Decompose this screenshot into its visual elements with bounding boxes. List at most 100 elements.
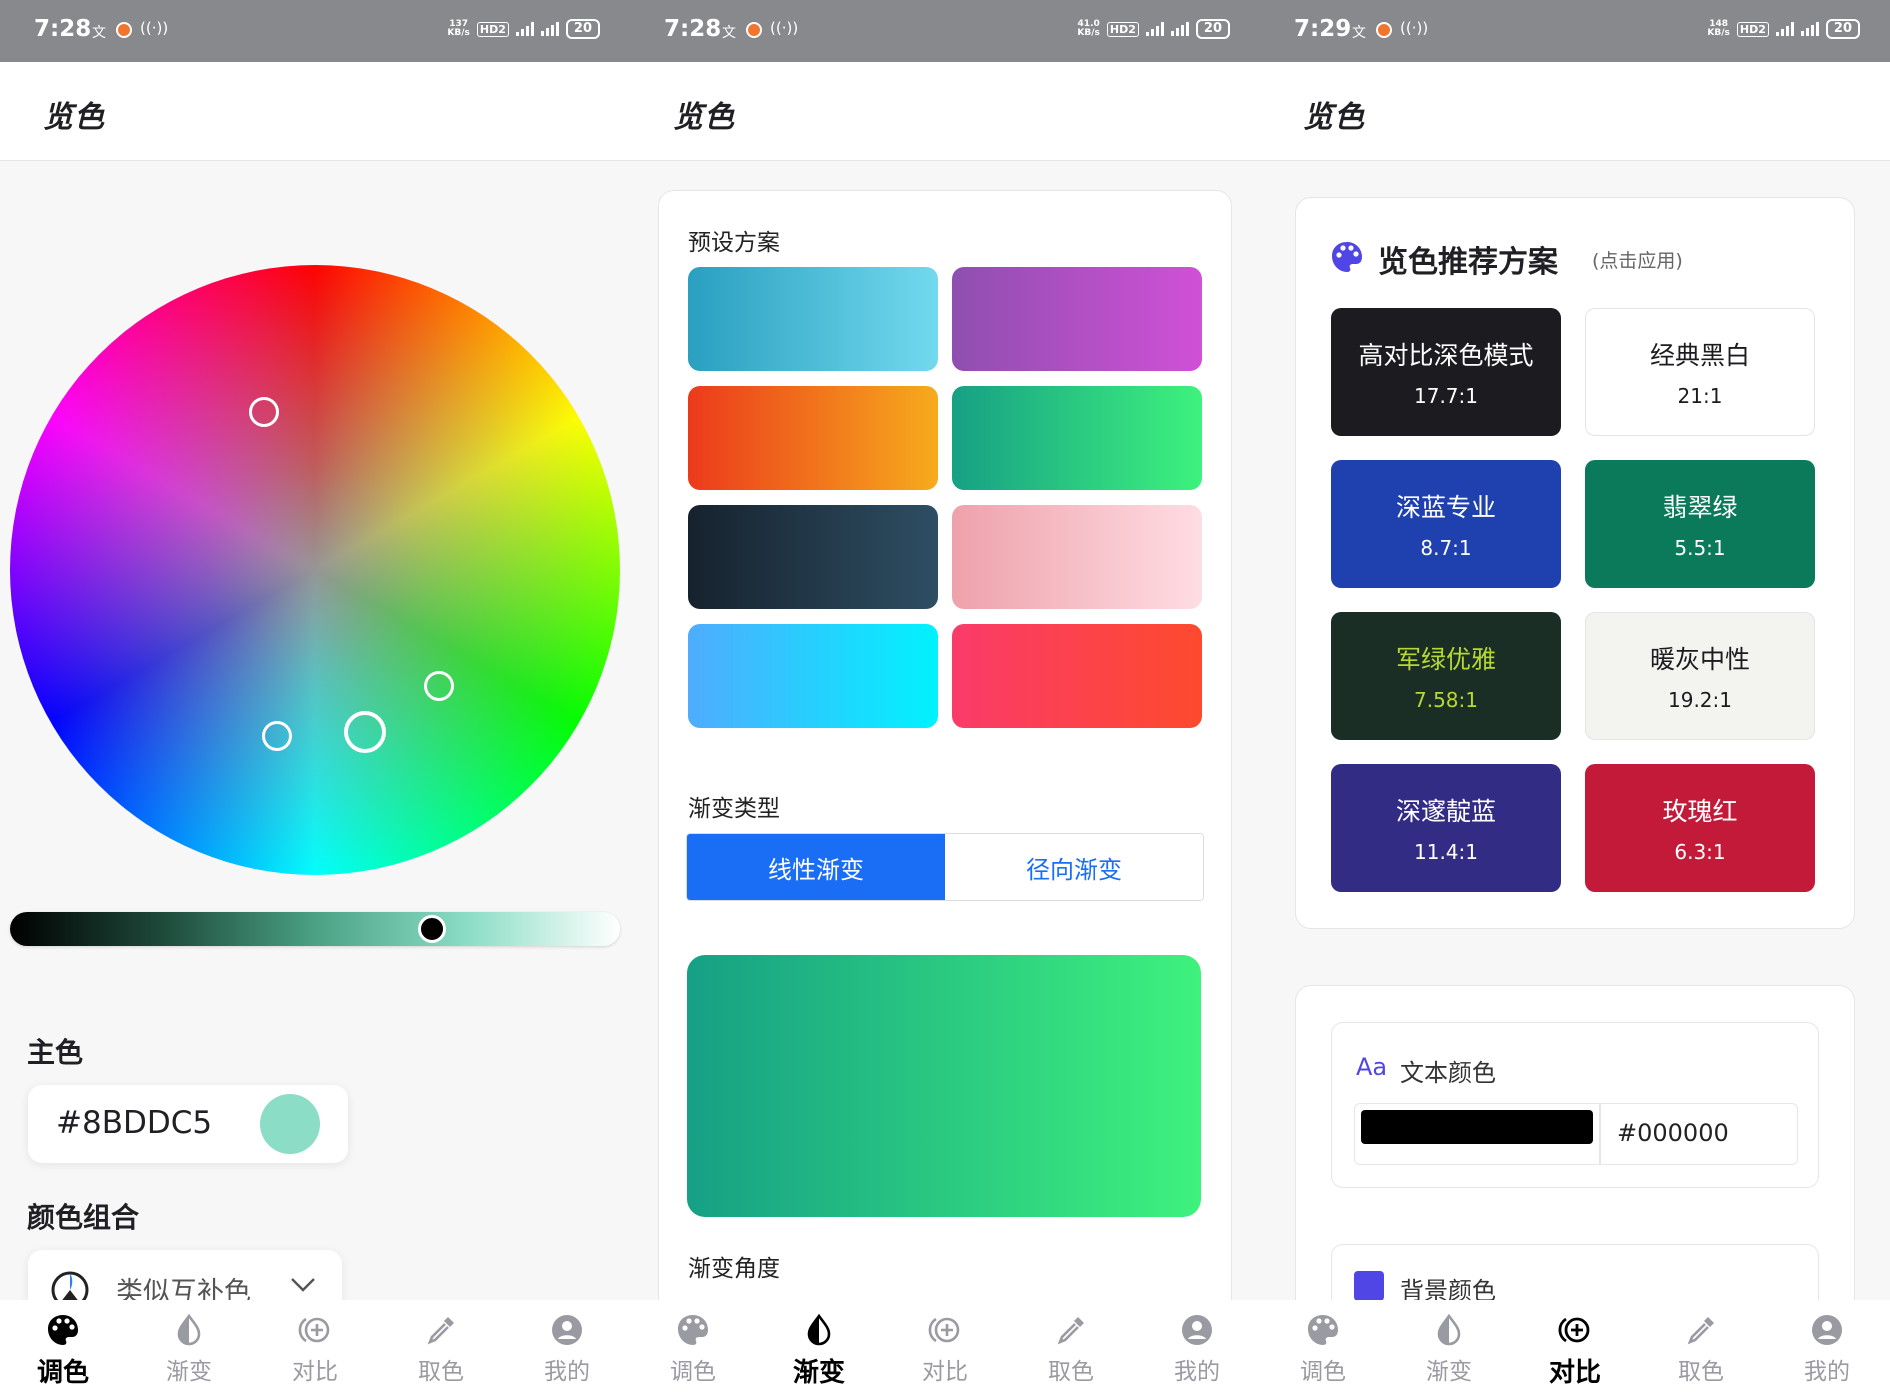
nav-gradient[interactable]: 渐变 (126, 1300, 252, 1400)
eyedropper-icon (1057, 1317, 1084, 1345)
text-color-swatch[interactable] (1361, 1110, 1593, 1144)
preset-gradient[interactable] (688, 624, 938, 728)
primary-color-swatch[interactable] (260, 1094, 320, 1154)
nav-gradient[interactable]: 渐变 (756, 1300, 882, 1400)
scheme-card[interactable]: 高对比深色模式 17.7:1 (1331, 308, 1561, 436)
scheme-name: 深蓝专业 (1395, 493, 1496, 522)
network-speed: 41.0 KB/s (1077, 19, 1100, 38)
brightness-slider[interactable] (10, 912, 620, 946)
app-notify-icon (1376, 22, 1392, 38)
scheme-name: 经典黑白 (1649, 341, 1750, 370)
contrast-plus-icon (1558, 1317, 1590, 1343)
scheme-card[interactable]: 军绿优雅 7.58:1 (1331, 612, 1561, 740)
scheme-ratio: 5.5:1 (1674, 536, 1726, 560)
nav-palette[interactable]: 调色 (0, 1300, 126, 1400)
scheme-card[interactable]: 深蓝专业 8.7:1 (1331, 460, 1561, 588)
5g-signal-icon (1170, 22, 1189, 36)
nav-profile[interactable]: 我的 (504, 1300, 630, 1400)
nav-picker[interactable]: 取色 (1008, 1300, 1134, 1400)
brightness-slider-thumb[interactable] (418, 915, 446, 943)
app-title: 览色 (43, 100, 105, 135)
status-right: 148 KB/s HD2 20 (1707, 19, 1860, 39)
nav-label: 对比 (922, 1359, 968, 1385)
scheme-card[interactable]: 翡翠绿 5.5:1 (1585, 460, 1815, 588)
recommended-hint: (点击应用) (1592, 250, 1683, 272)
scheme-ratio: 11.4:1 (1414, 840, 1478, 864)
app-notify-icon (116, 22, 132, 38)
primary-color-hex: #8BDDC5 (56, 1105, 213, 1141)
scheme-name: 玫瑰红 (1662, 797, 1738, 826)
nav-contrast[interactable]: 对比 (882, 1300, 1008, 1400)
preset-gradient[interactable] (952, 624, 1202, 728)
linear-gradient-button[interactable]: 线性渐变 (687, 834, 945, 900)
status-bar: 7:29 文 ((·)) 148 KB/s HD2 20 (1260, 0, 1890, 62)
scheme-card[interactable]: 经典黑白 21:1 (1585, 308, 1815, 436)
palette-icon (48, 1315, 78, 1345)
5g-signal-icon (1800, 22, 1819, 36)
bottom-nav: 调色 渐变 对比 取色 我的 (630, 1300, 1260, 1400)
presets-title: 预设方案 (688, 230, 780, 256)
battery-icon: 20 (1825, 19, 1860, 39)
preset-gradient[interactable] (688, 505, 938, 609)
scheme-card[interactable]: 暖灰中性 19.2:1 (1585, 612, 1815, 740)
nav-label: 渐变 (1426, 1359, 1472, 1385)
preset-gradient[interactable] (688, 267, 938, 371)
nav-label: 调色 (36, 1358, 89, 1388)
preset-gradient[interactable] (952, 505, 1202, 609)
nav-gradient[interactable]: 渐变 (1386, 1300, 1512, 1400)
scheme-card[interactable]: 深邃靛蓝 11.4:1 (1331, 764, 1561, 892)
palette-icon (1308, 1315, 1338, 1345)
nav-label: 对比 (292, 1359, 338, 1385)
nav-picker[interactable]: 取色 (1638, 1300, 1764, 1400)
status-time: 7:28 (664, 16, 722, 42)
nav-label: 我的 (1804, 1359, 1850, 1385)
status-right: 137 KB/s HD2 20 (447, 19, 600, 39)
status-bar: 7:28 文 ((·)) 137 KB/s HD2 20 (0, 0, 630, 62)
color-wheel[interactable] (10, 265, 620, 875)
nav-picker[interactable]: 取色 (378, 1300, 504, 1400)
nav-label: 我的 (544, 1359, 590, 1385)
hotspot-icon: ((·)) (140, 19, 169, 37)
gradient-type-toggle: 线性渐变 径向渐变 (686, 833, 1204, 901)
hotspot-icon: ((·)) (1400, 19, 1429, 37)
gradient-screen: 7:28 文 ((·)) 41.0 KB/s HD2 20 览色 预设方案 渐变类… (630, 0, 1260, 1400)
scheme-name: 军绿优雅 (1395, 645, 1496, 674)
nav-palette[interactable]: 调色 (630, 1300, 756, 1400)
scheme-ratio: 7.58:1 (1414, 688, 1478, 712)
primary-color-card[interactable]: #8BDDC5 (28, 1085, 348, 1163)
user-circle-icon (1812, 1315, 1842, 1345)
chevron-down-icon (291, 1278, 315, 1292)
nav-label: 取色 (1678, 1359, 1724, 1385)
nav-label: 调色 (1300, 1359, 1346, 1385)
nav-palette[interactable]: 调色 (1260, 1300, 1386, 1400)
nav-contrast[interactable]: 对比 (1512, 1300, 1638, 1400)
preset-gradient[interactable] (952, 386, 1202, 490)
palette-screen: 7:28 文 ((·)) 137 KB/s HD2 20 览色 主色 #8BDDC… (0, 0, 630, 1400)
wheel-marker[interactable] (262, 721, 292, 751)
app-title: 览色 (673, 100, 735, 135)
nav-contrast[interactable]: 对比 (252, 1300, 378, 1400)
eyedropper-icon (427, 1317, 454, 1345)
contrast-plus-icon (928, 1317, 960, 1343)
radial-gradient-button[interactable]: 径向渐变 (945, 834, 1203, 900)
battery-icon: 20 (565, 19, 600, 39)
nav-profile[interactable]: 我的 (1764, 1300, 1890, 1400)
text-color-input[interactable]: #000000 (1354, 1103, 1798, 1165)
scheme-ratio: 19.2:1 (1668, 688, 1732, 712)
hd-voice-icon: HD2 (476, 21, 509, 37)
scheme-ratio: 21:1 (1677, 384, 1723, 408)
translate-icon: 文 (92, 25, 106, 41)
nav-label: 取色 (418, 1359, 464, 1385)
wheel-marker-primary[interactable] (344, 711, 386, 753)
preset-gradient[interactable] (952, 267, 1202, 371)
wheel-marker[interactable] (249, 397, 279, 427)
wheel-marker[interactable] (424, 671, 454, 701)
scheme-card[interactable]: 玫瑰红 6.3:1 (1585, 764, 1815, 892)
eyedropper-icon (1687, 1317, 1714, 1345)
bottom-nav: 调色 渐变 对比 取色 我的 (1260, 1300, 1890, 1400)
status-time: 7:28 (34, 16, 92, 42)
text-color-hex[interactable]: #000000 (1617, 1119, 1729, 1147)
preset-gradient[interactable] (688, 386, 938, 490)
nav-profile[interactable]: 我的 (1134, 1300, 1260, 1400)
status-time: 7:29 (1294, 16, 1352, 42)
